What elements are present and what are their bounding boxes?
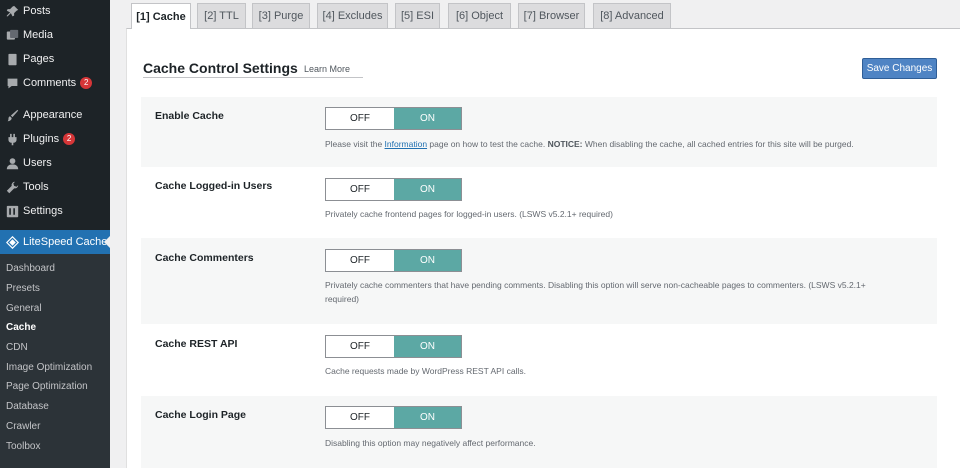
diamond-icon xyxy=(5,235,19,249)
submenu-general[interactable]: General xyxy=(6,303,42,314)
information-link[interactable]: Information xyxy=(385,139,428,149)
wrench-icon xyxy=(5,180,19,194)
admin-sidebar: Posts Media Pages Comments 2 Appearance … xyxy=(0,0,110,468)
setting-label: Cache Logged-in Users xyxy=(155,180,273,192)
cache-commenters-toggle[interactable]: OFF ON xyxy=(325,249,462,272)
submenu-page-optimization[interactable]: Page Optimization xyxy=(6,381,88,392)
pin-icon xyxy=(5,4,19,18)
cache-logged-in-toggle[interactable]: OFF ON xyxy=(325,178,462,201)
submenu-cdn[interactable]: CDN xyxy=(6,342,28,353)
plugin-icon xyxy=(5,132,19,146)
comments-count-badge: 2 xyxy=(80,77,93,89)
tab-ttl[interactable]: [2] TTL xyxy=(197,3,246,28)
desc-line-1: Privately cache commenters that have pen… xyxy=(325,280,866,290)
menu-item-media[interactable]: Media xyxy=(0,24,110,46)
menu-item-posts[interactable]: Posts xyxy=(0,0,110,22)
menu-label: Users xyxy=(23,157,52,169)
menu-item-pages[interactable]: Pages xyxy=(0,48,110,70)
submenu-crawler[interactable]: Crawler xyxy=(6,421,40,432)
menu-label: Pages xyxy=(23,53,55,65)
menu-item-plugins[interactable]: Plugins 2 xyxy=(0,128,110,150)
desc-text: page on how to test the cache. xyxy=(427,139,548,149)
enable-cache-toggle[interactable]: OFF ON xyxy=(325,107,462,130)
brush-icon xyxy=(5,108,19,122)
setting-label: Cache Login Page xyxy=(155,409,247,421)
menu-label: Posts xyxy=(23,5,51,17)
toggle-off-option[interactable]: OFF xyxy=(326,179,394,200)
tab-cache[interactable]: [1] Cache xyxy=(131,3,191,29)
cache-rest-api-toggle[interactable]: OFF ON xyxy=(325,335,462,358)
setting-row-cache-login-page: Cache Login Page OFF ON Disabling this o… xyxy=(141,396,937,468)
setting-description: Cache requests made by WordPress REST AP… xyxy=(325,366,526,376)
submenu-image-optimization[interactable]: Image Optimization xyxy=(6,362,92,373)
toggle-on-option[interactable]: ON xyxy=(394,179,461,200)
tab-esi[interactable]: [5] ESI xyxy=(395,3,440,28)
menu-item-tools[interactable]: Tools xyxy=(0,176,110,198)
setting-label: Cache Commenters xyxy=(155,252,254,264)
notice-label: NOTICE: xyxy=(547,139,583,149)
setting-description: Privately cache commenters that have pen… xyxy=(325,278,925,306)
plugins-count-badge: 2 xyxy=(63,133,76,145)
tab-object[interactable]: [6] Object xyxy=(448,3,511,28)
save-changes-button[interactable]: Save Changes xyxy=(862,58,937,79)
toggle-off-option[interactable]: OFF xyxy=(326,407,394,428)
toggle-off-option[interactable]: OFF xyxy=(326,250,394,271)
submenu-presets[interactable]: Presets xyxy=(6,283,40,294)
desc-line-2: required) xyxy=(325,294,360,304)
settings-panel: Cache Control Settings Learn More Save C… xyxy=(126,28,960,468)
desc-text: When disabling the cache, all cached ent… xyxy=(582,139,854,149)
submenu-cache[interactable]: Cache xyxy=(6,322,36,333)
menu-item-comments[interactable]: Comments 2 xyxy=(0,72,110,94)
setting-row-cache-rest-api: Cache REST API OFF ON Cache requests mad… xyxy=(141,324,937,396)
section-title: Cache Control Settings xyxy=(143,60,298,76)
tab-purge[interactable]: [3] Purge xyxy=(252,3,310,28)
toggle-on-option[interactable]: ON xyxy=(394,108,461,129)
menu-item-appearance[interactable]: Appearance xyxy=(0,104,110,126)
litespeed-submenu: Dashboard Presets General Cache CDN Imag… xyxy=(0,254,110,468)
menu-label: Plugins xyxy=(23,133,60,145)
media-icon xyxy=(5,28,19,42)
title-divider xyxy=(143,77,363,78)
learn-more-link[interactable]: Learn More xyxy=(304,64,350,74)
toggle-on-option[interactable]: ON xyxy=(394,336,461,357)
setting-label: Enable Cache xyxy=(155,110,224,122)
setting-label: Cache REST API xyxy=(155,338,238,350)
setting-description: Disabling this option may negatively aff… xyxy=(325,438,536,448)
comment-icon xyxy=(5,76,19,90)
desc-text: Please visit the xyxy=(325,139,385,149)
tab-excludes[interactable]: [4] Excludes xyxy=(317,3,388,28)
cache-login-page-toggle[interactable]: OFF ON xyxy=(325,406,462,429)
toggle-off-option[interactable]: OFF xyxy=(326,108,394,129)
setting-row-cache-commenters: Cache Commenters OFF ON Privately cache … xyxy=(141,238,937,324)
setting-description: Please visit the Information page on how… xyxy=(325,137,925,151)
menu-label: Appearance xyxy=(23,109,83,121)
menu-label: Media xyxy=(23,29,53,41)
menu-item-settings[interactable]: Settings xyxy=(0,200,110,222)
page-icon xyxy=(5,52,19,66)
menu-item-litespeed-cache[interactable]: LiteSpeed Cache xyxy=(0,230,110,254)
toggle-on-option[interactable]: ON xyxy=(394,250,461,271)
menu-label: LiteSpeed Cache xyxy=(23,236,108,248)
menu-label: Comments xyxy=(23,77,77,89)
submenu-database[interactable]: Database xyxy=(6,401,49,412)
tab-browser[interactable]: [7] Browser xyxy=(518,3,585,28)
toggle-on-option[interactable]: ON xyxy=(394,407,461,428)
menu-label: Tools xyxy=(23,181,49,193)
submenu-toolbox[interactable]: Toolbox xyxy=(6,441,40,452)
menu-label: Settings xyxy=(23,205,63,217)
setting-description: Privately cache frontend pages for logge… xyxy=(325,209,613,219)
user-icon xyxy=(5,156,19,170)
setting-row-enable-cache: Enable Cache OFF ON Please visit the Inf… xyxy=(141,97,937,167)
submenu-dashboard[interactable]: Dashboard xyxy=(6,263,55,274)
tab-advanced[interactable]: [8] Advanced xyxy=(593,3,671,28)
menu-item-users[interactable]: Users xyxy=(0,152,110,174)
settings-icon xyxy=(5,204,19,218)
setting-row-cache-logged-in-users: Cache Logged-in Users OFF ON Privately c… xyxy=(141,167,937,238)
toggle-off-option[interactable]: OFF xyxy=(326,336,394,357)
